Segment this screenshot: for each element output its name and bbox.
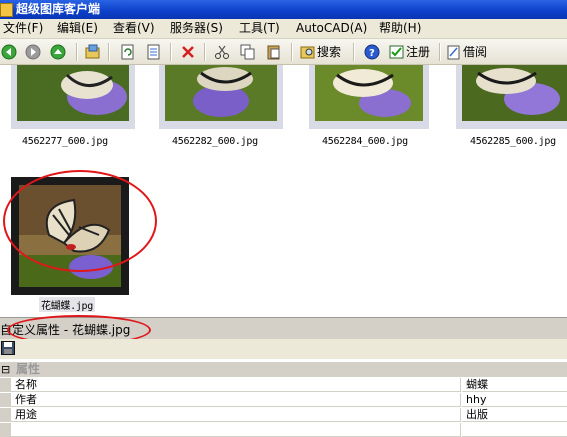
- menu-file[interactable]: 文件(F): [3, 21, 43, 36]
- property-name: 用途: [15, 408, 37, 421]
- property-category[interactable]: ⊟ 属性: [0, 362, 567, 377]
- search-button[interactable]: 搜索: [317, 44, 341, 60]
- borrow-icon[interactable]: [446, 44, 462, 60]
- thumbnail-caption: 4562284_600.jpg: [322, 136, 408, 147]
- menu-view[interactable]: 查看(V): [113, 21, 155, 36]
- butterfly-photo: [165, 65, 277, 121]
- property-row[interactable]: 名称 蝴蝶: [0, 378, 567, 392]
- register-icon[interactable]: [389, 44, 405, 60]
- folder-view-icon[interactable]: [85, 44, 101, 60]
- thumbnail-gallery: 4562277_600.jpg 4562282_600.jpg 4562284_…: [0, 65, 567, 312]
- thumbnail-item[interactable]: [309, 65, 429, 129]
- register-button[interactable]: 注册: [406, 44, 430, 60]
- forward-arrow-icon[interactable]: [25, 44, 41, 60]
- document-icon[interactable]: [146, 44, 162, 60]
- thumbnail-caption: 4562282_600.jpg: [172, 136, 258, 147]
- title-bar: 超级图库客户端: [0, 0, 567, 19]
- collapse-icon[interactable]: ⊟: [1, 362, 10, 377]
- thumbnail-caption: 4562285_600.jpg: [470, 136, 556, 147]
- property-value[interactable]: 蝴蝶: [466, 378, 488, 391]
- property-value[interactable]: 出版: [466, 408, 488, 421]
- borrow-button[interactable]: 借阅: [463, 44, 487, 60]
- property-name: 名称: [15, 378, 37, 391]
- up-arrow-icon[interactable]: [50, 44, 66, 60]
- refresh-icon[interactable]: [120, 44, 136, 60]
- thumbnail-item[interactable]: [456, 65, 567, 129]
- property-row-empty: [0, 423, 567, 437]
- menu-autocad[interactable]: AutoCAD(A): [296, 21, 367, 36]
- property-grid: ⊟ 属性 名称 蝴蝶 作者 hhy 用途 出版: [0, 359, 567, 437]
- thumbnail-caption: 4562277_600.jpg: [22, 136, 108, 147]
- menu-bar: 文件(F) 编辑(E) 查看(V) 服务器(S) 工具(T) AutoCAD(A…: [0, 19, 567, 39]
- toolbar: 搜索 ? 注册 借阅: [0, 39, 567, 65]
- cut-icon[interactable]: [214, 44, 230, 60]
- category-label: 属性: [16, 362, 41, 376]
- property-row[interactable]: 用途 出版: [0, 408, 567, 422]
- butterfly-photo: [17, 65, 129, 121]
- red-highlight-ellipse: [3, 170, 157, 272]
- save-icon[interactable]: [1, 341, 15, 355]
- menu-help[interactable]: 帮助(H): [379, 21, 421, 36]
- property-value[interactable]: hhy: [466, 393, 486, 406]
- svg-text:?: ?: [369, 48, 375, 59]
- search-icon[interactable]: [300, 44, 316, 60]
- copy-icon[interactable]: [240, 44, 256, 60]
- properties-toolbar: [0, 339, 567, 359]
- butterfly-photo: [315, 65, 423, 121]
- thumbnail-item[interactable]: [11, 65, 135, 129]
- paste-icon[interactable]: [266, 44, 282, 60]
- menu-tools[interactable]: 工具(T): [239, 21, 280, 36]
- selected-thumbnail-caption: 花蝴蝶.jpg: [39, 297, 95, 312]
- back-arrow-icon[interactable]: [1, 44, 17, 60]
- menu-edit[interactable]: 编辑(E): [57, 21, 98, 36]
- property-name: 作者: [15, 393, 37, 406]
- window-title: 超级图库客户端: [16, 2, 101, 16]
- help-icon[interactable]: ?: [364, 44, 380, 60]
- butterfly-photo: [462, 65, 567, 121]
- app-icon: [0, 3, 13, 17]
- menu-server[interactable]: 服务器(S): [170, 21, 223, 36]
- thumbnail-item[interactable]: [159, 65, 283, 129]
- delete-icon[interactable]: [180, 44, 196, 60]
- property-row[interactable]: 作者 hhy: [0, 393, 567, 407]
